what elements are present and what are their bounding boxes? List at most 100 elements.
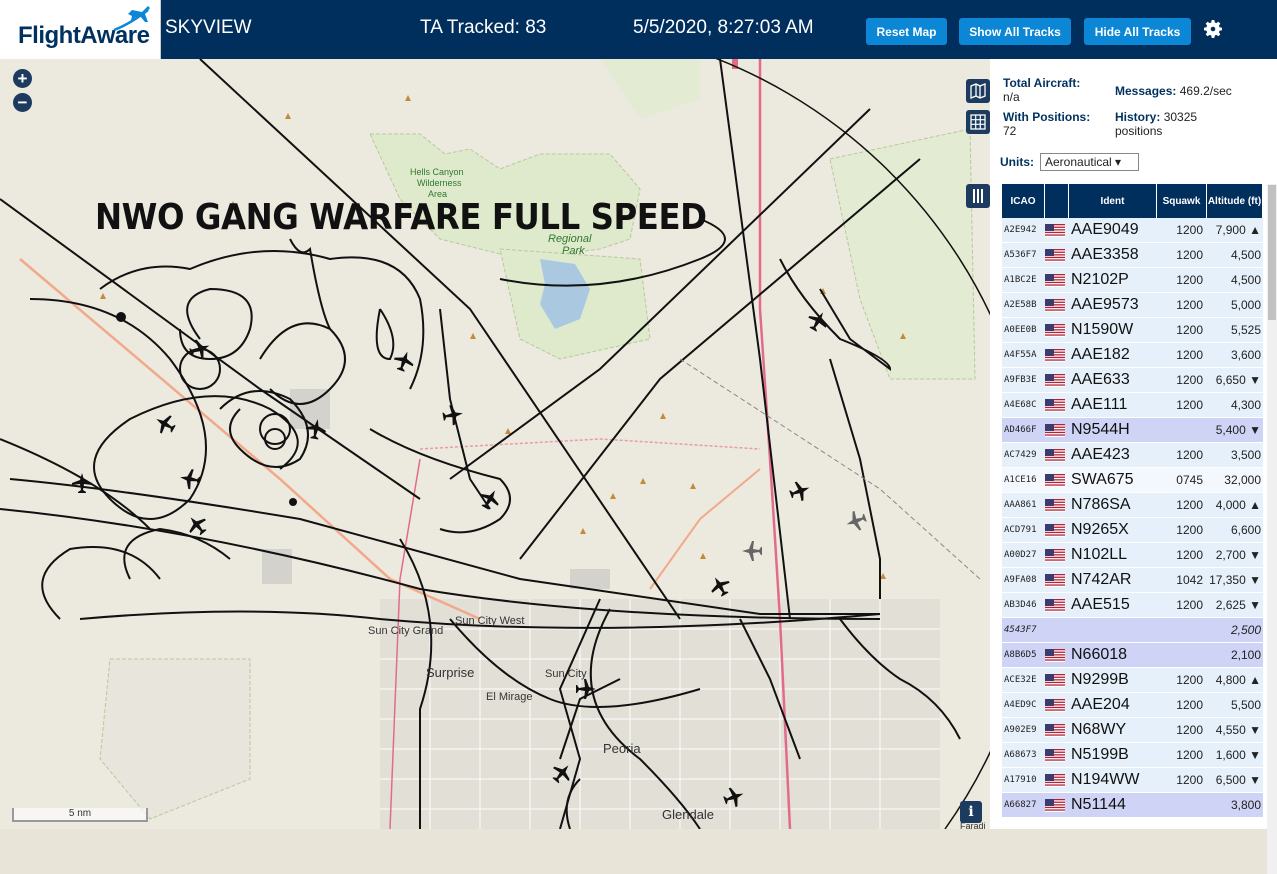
table-row[interactable]: A9FA08 N742AR 1042 17,350 ▼ [1002, 568, 1263, 593]
cell-icao: A9FA08 [1004, 575, 1037, 585]
cell-squawk: 1200 [1176, 373, 1203, 387]
us-flag-icon [1045, 673, 1069, 687]
table-row[interactable]: ACE32E N9299B 1200 4,800 ▲ [1002, 668, 1263, 693]
gear-icon[interactable] [1201, 17, 1225, 41]
column-header-icao[interactable]: ICAO [1002, 184, 1045, 218]
cell-icao: A2E942 [1004, 225, 1037, 235]
cell-squawk: 1200 [1176, 448, 1203, 462]
zoom-out-button[interactable]: − [13, 93, 32, 112]
cell-altitude: 2,500 [1230, 623, 1261, 637]
table-row[interactable]: 4543F7 2,500 [1002, 618, 1263, 643]
cell-ident: N9265X [1071, 521, 1129, 538]
table-row[interactable]: A0EE0B N1590W 1200 5,525 [1002, 318, 1263, 343]
table-row[interactable]: ACD791 N9265X 1200 6,600 [1002, 518, 1263, 543]
us-flag-icon [1045, 273, 1069, 287]
table-row[interactable]: A4F55A AAE182 1200 3,600 [1002, 343, 1263, 368]
cell-ident: AAE111 [1071, 396, 1128, 413]
cell-icao: A00D27 [1004, 550, 1037, 560]
us-flag-icon [1045, 348, 1069, 362]
plane-logo-icon [113, 6, 150, 32]
map-canvas [0, 59, 990, 829]
cell-ident: AAE9573 [1071, 296, 1139, 313]
table-row[interactable]: AB3D46 AAE515 1200 2,625 ▼ [1002, 593, 1263, 618]
map-label: Hells Canyon [410, 167, 464, 177]
us-flag-icon [1045, 523, 1069, 537]
column-header-altitude[interactable]: Altitude (ft) [1207, 184, 1263, 218]
us-flag-icon [1045, 223, 1069, 237]
cell-icao: AAA861 [1004, 500, 1037, 510]
cell-squawk: 1200 [1176, 248, 1203, 262]
table-row[interactable]: A9FB3E AAE633 1200 6,650 ▼ [1002, 368, 1263, 393]
table-row[interactable]: A902E9 N68WY 1200 4,550 ▼ [1002, 718, 1263, 743]
us-flag-icon [1045, 598, 1069, 612]
cell-icao: A0EE0B [1004, 325, 1037, 335]
cell-squawk: 1200 [1176, 498, 1203, 512]
table-row[interactable]: A1CE16 SWA675 0745 32,000 [1002, 468, 1263, 493]
grid-icon [970, 114, 986, 130]
cell-icao: A66827 [1004, 800, 1037, 810]
us-flag-icon [1045, 498, 1069, 512]
cell-ident: N102LL [1071, 546, 1128, 563]
cell-altitude: 3,800 [1230, 798, 1261, 812]
cell-ident: AAE9049 [1071, 221, 1139, 238]
cell-icao: A17910 [1004, 775, 1037, 785]
cell-icao: AD466F [1004, 425, 1037, 435]
cell-icao: A4ED9C [1004, 700, 1037, 710]
table-row[interactable]: A2E942 AAE9049 1200 7,900 ▲ [1002, 218, 1263, 243]
cell-ident: AAE3358 [1071, 246, 1139, 263]
cell-squawk: 1200 [1176, 723, 1203, 737]
table-row[interactable]: AC7429 AAE423 1200 3,500 [1002, 443, 1263, 468]
cell-altitude: 2,625 ▼ [1215, 598, 1261, 612]
table-row[interactable]: A4ED9C AAE204 1200 5,500 [1002, 693, 1263, 718]
grid-toggle-button[interactable] [966, 110, 990, 134]
table-row[interactable]: A4E68C AAE111 1200 4,300 [1002, 393, 1263, 418]
cell-ident: AAE515 [1071, 596, 1130, 613]
table-row[interactable]: A00D27 N102LL 1200 2,700 ▼ [1002, 543, 1263, 568]
cell-icao: A2E58B [1004, 300, 1037, 310]
table-row[interactable]: A536F7 AAE3358 1200 4,500 [1002, 243, 1263, 268]
panel-toggle-button[interactable] [966, 184, 990, 208]
history-stat: History: 30325 positions [1115, 110, 1198, 138]
us-flag-icon [1045, 723, 1069, 737]
cell-ident: N66018 [1071, 646, 1128, 663]
map-label: Sun City Grand [368, 625, 444, 637]
cell-squawk: 1200 [1176, 673, 1203, 687]
map-label: Area [428, 189, 448, 199]
table-row[interactable]: A17910 N194WW 1200 6,500 ▼ [1002, 768, 1263, 793]
table-row[interactable]: A66827 N51144 3,800 [1002, 793, 1263, 818]
column-header-ident[interactable]: Ident [1069, 184, 1157, 218]
table-row[interactable]: AD466F N9544H 5,400 ▼ [1002, 418, 1263, 443]
show-all-tracks-button[interactable]: Show All Tracks [959, 18, 1071, 45]
reset-map-button[interactable]: Reset Map [866, 18, 947, 45]
us-flag-icon [1045, 473, 1069, 487]
units-select[interactable]: Aeronautical ▾ [1040, 153, 1139, 171]
cell-icao: A68673 [1004, 750, 1037, 760]
table-row[interactable]: A8B6D5 N66018 2,100 [1002, 643, 1263, 668]
zoom-in-button[interactable]: + [13, 69, 32, 88]
hide-all-tracks-button[interactable]: Hide All Tracks [1084, 18, 1191, 45]
scrollbar-thumb[interactable] [1268, 185, 1276, 320]
map-label: El Mirage [486, 691, 533, 703]
cell-altitude: 1,600 ▼ [1215, 748, 1261, 762]
clock: 5/5/2020, 8:27:03 AM [633, 17, 814, 38]
cell-altitude: 6,500 ▼ [1215, 773, 1261, 787]
table-row[interactable]: AAA861 N786SA 1200 4,000 ▲ [1002, 493, 1263, 518]
column-header-flag [1045, 184, 1069, 218]
cell-altitude: 4,800 ▲ [1215, 673, 1261, 687]
cell-icao: 4543F7 [1004, 625, 1037, 635]
cell-icao: A1CE16 [1004, 475, 1037, 485]
cell-altitude: 5,525 [1230, 323, 1261, 337]
cell-altitude: 3,500 [1230, 448, 1261, 462]
column-header-squawk[interactable]: Squawk [1157, 184, 1207, 218]
info-button[interactable]: i [960, 801, 982, 823]
map-view[interactable]: + − NWO GANG WARFARE FULL SPEED Hells Ca… [0, 59, 990, 829]
cell-icao: AC7429 [1004, 450, 1037, 460]
table-row[interactable]: A2E58B AAE9573 1200 5,000 [1002, 293, 1263, 318]
units-label: Units: [1000, 155, 1034, 169]
map-layers-button[interactable] [966, 79, 990, 103]
cell-altitude: 2,700 ▼ [1215, 548, 1261, 562]
flightaware-logo[interactable]: FlightAware [0, 0, 161, 59]
cell-ident: N5199B [1071, 746, 1129, 763]
table-row[interactable]: A1BC2E N2102P 1200 4,500 [1002, 268, 1263, 293]
table-row[interactable]: A68673 N5199B 1200 1,600 ▼ [1002, 743, 1263, 768]
